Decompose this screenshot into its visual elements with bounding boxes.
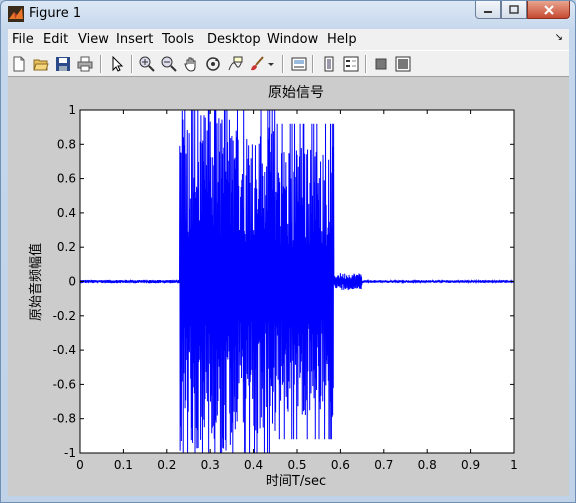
chart-title: 原始信号 xyxy=(268,85,324,101)
hide-plot-tools-icon xyxy=(375,58,387,70)
y-tick-label: -0.8 xyxy=(53,412,76,426)
menu-window[interactable]: Window xyxy=(267,32,318,47)
menu-desktop[interactable]: Desktop xyxy=(207,32,261,47)
y-tick-label: -1 xyxy=(64,446,76,460)
menu-file[interactable]: File xyxy=(12,32,34,47)
y-axis-label: 原始音频幅值 xyxy=(28,243,44,321)
minimize-icon xyxy=(484,10,492,13)
figure-window: Figure 1 File Edit View Insert Tools Des… xyxy=(0,0,576,503)
menu-help[interactable]: Help xyxy=(327,32,357,47)
zoom-in-button[interactable] xyxy=(137,54,157,74)
chevron-down-icon xyxy=(268,63,274,66)
y-tick-label: -0.4 xyxy=(53,343,76,357)
x-tick-label: 0.8 xyxy=(418,458,437,472)
data-cursor-button[interactable] xyxy=(225,54,245,74)
brush-dropdown[interactable] xyxy=(266,54,276,74)
open-file-icon xyxy=(33,59,49,71)
zoom-out-button[interactable] xyxy=(159,54,179,74)
insert-legend-icon xyxy=(343,56,359,72)
insert-colorbar-icon xyxy=(324,56,334,72)
x-axis-label: 时间T/sec xyxy=(266,474,326,489)
menu-tools[interactable]: Tools xyxy=(162,32,194,47)
save-figure-icon xyxy=(56,57,70,71)
plot-svg[interactable]: 原始信号 0 0.1 0.2 0.3 0.4 0.5 0.6 0.7 0.8 0.9 1 -1 -0.… xyxy=(8,77,569,496)
data-cursor-icon xyxy=(228,56,243,71)
open-file-button[interactable] xyxy=(31,54,51,74)
print-figure-button[interactable] xyxy=(75,54,95,74)
y-tick-label: 0.8 xyxy=(57,137,76,151)
y-tick-label: 0.4 xyxy=(57,206,76,220)
maximize-icon xyxy=(509,4,519,14)
y-tick-label: -0.6 xyxy=(53,377,76,391)
figure-toolbar xyxy=(8,50,569,77)
pan-button[interactable] xyxy=(181,54,201,74)
new-figure-button[interactable] xyxy=(9,54,29,74)
insert-colorbar-button[interactable] xyxy=(319,54,339,74)
show-plot-tools-icon xyxy=(395,56,411,72)
x-tick-label: 0.4 xyxy=(244,458,263,472)
save-figure-button[interactable] xyxy=(53,54,73,74)
x-tick-label: 0.3 xyxy=(201,458,220,472)
zoom-in-icon xyxy=(139,56,155,72)
x-tick-label: 0 xyxy=(76,458,84,472)
pan-hand-icon xyxy=(184,57,196,72)
y-tick-label: -0.2 xyxy=(53,309,76,323)
brush-button[interactable] xyxy=(247,54,267,74)
link-plot-icon xyxy=(291,57,307,71)
print-figure-icon xyxy=(77,56,93,72)
rotate-3d-button[interactable] xyxy=(203,54,223,74)
new-figure-icon xyxy=(13,56,25,72)
maximize-button[interactable] xyxy=(501,1,527,19)
dock-arrow-icon[interactable]: ↘ xyxy=(555,32,563,43)
menu-view[interactable]: View xyxy=(78,32,109,47)
x-tick-label: 0.2 xyxy=(157,458,176,472)
minimize-button[interactable] xyxy=(475,1,501,19)
x-tick-label: 1 xyxy=(510,458,518,472)
edit-plot-arrow-icon xyxy=(112,56,124,72)
brush-icon xyxy=(251,56,264,71)
menu-insert[interactable]: Insert xyxy=(116,32,153,47)
y-tick-label: 0.6 xyxy=(57,172,76,186)
show-plot-tools-button[interactable] xyxy=(393,54,413,74)
y-tick-label: 1 xyxy=(68,103,76,117)
zoom-out-icon xyxy=(161,56,177,72)
close-icon xyxy=(543,4,554,15)
insert-legend-button[interactable] xyxy=(341,54,361,74)
title-bar[interactable]: Figure 1 xyxy=(1,1,575,29)
x-tick-label: 0.6 xyxy=(331,458,350,472)
y-tick-label: 0 xyxy=(68,275,76,289)
y-tick-label: 0.2 xyxy=(57,240,76,254)
rotate-3d-icon xyxy=(206,57,220,71)
x-tick-label: 0.7 xyxy=(374,458,393,472)
figure-client: File Edit View Insert Tools Desktop Wind… xyxy=(8,29,569,496)
menu-edit[interactable]: Edit xyxy=(43,32,68,47)
link-plot-button[interactable] xyxy=(289,54,309,74)
figure-canvas: 原始信号 0 0.1 0.2 0.3 0.4 0.5 0.6 0.7 0.8 0.9 1 -1 -0.… xyxy=(8,77,569,496)
hide-plot-tools-button[interactable] xyxy=(371,54,391,74)
window-title: Figure 1 xyxy=(29,6,82,21)
x-tick-label: 0.1 xyxy=(114,458,133,472)
x-tick-label: 0.9 xyxy=(461,458,480,472)
matlab-icon xyxy=(8,6,24,22)
edit-plot-button[interactable] xyxy=(107,54,127,74)
close-button[interactable] xyxy=(527,1,570,19)
menu-bar: File Edit View Insert Tools Desktop Wind… xyxy=(8,29,569,50)
x-tick-label: 0.5 xyxy=(287,458,306,472)
